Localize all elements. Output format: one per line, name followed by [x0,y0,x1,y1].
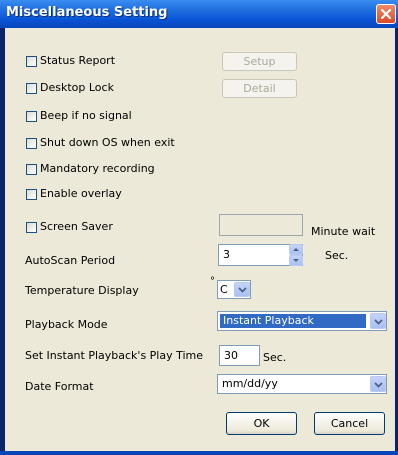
beep-no-signal-label: Beep if no signal [40,109,132,122]
autoscan-period-label: AutoScan Period [25,254,116,267]
chevron-down-icon [374,319,383,325]
chevron-down-icon [238,287,247,293]
close-icon [380,8,392,20]
playback-dropdown-button[interactable] [370,313,386,329]
playback-mode-value: Instant Playback [220,314,366,328]
playback-mode-select[interactable]: Instant Playback [217,311,387,331]
window-bottom-border [0,451,398,455]
enable-overlay-checkbox[interactable] [26,189,37,200]
miscellaneous-setting-dialog: Miscellaneous Setting Status Report Setu… [0,0,398,455]
degree-symbol: ° [210,276,215,287]
arrow-up-icon [293,248,299,251]
screen-saver-label: Screen Saver [40,220,113,233]
minute-wait-label: Minute wait [311,225,376,238]
shutdown-os-label: Shut down OS when exit [40,136,175,149]
instant-playback-time-input[interactable]: 30 [219,345,260,366]
date-format-dropdown-button[interactable] [370,376,386,392]
instant-playback-time-label: Set Instant Playback's Play Time [25,349,204,362]
window-title: Miscellaneous Setting [6,5,168,20]
close-button[interactable] [376,4,396,24]
temperature-dropdown-button[interactable] [234,282,250,297]
screen-saver-checkbox[interactable] [26,222,37,233]
date-format-select[interactable]: mm/dd/yy [217,374,387,394]
beep-no-signal-checkbox[interactable] [26,111,37,122]
screen-saver-minutes-input[interactable] [219,214,303,236]
spin-down-button[interactable] [289,255,303,266]
date-format-value: mm/dd/yy [222,377,278,390]
playback-mode-label: Playback Mode [25,318,108,331]
instant-playback-time-unit: Sec. [263,351,287,364]
arrow-down-icon [293,259,299,262]
status-report-label: Status Report [40,54,116,67]
temperature-unit-value: C [220,283,228,296]
desktop-lock-label: Desktop Lock [40,81,114,94]
enable-overlay-label: Enable overlay [40,187,122,200]
date-format-label: Date Format [25,380,94,393]
shutdown-os-checkbox[interactable] [26,138,37,149]
spin-up-button[interactable] [289,244,303,255]
cancel-button[interactable]: Cancel [314,412,385,435]
title-bar[interactable]: Miscellaneous Setting [0,0,398,28]
dialog-body: Status Report Setup Desktop Lock Detail … [4,28,396,451]
detail-button[interactable]: Detail [222,79,297,98]
setup-button[interactable]: Setup [222,52,297,71]
status-report-checkbox[interactable] [26,56,37,67]
mandatory-recording-checkbox[interactable] [26,164,37,175]
mandatory-recording-label: Mandatory recording [40,162,155,175]
temperature-display-label: Temperature Display [25,284,139,297]
autoscan-unit-label: Sec. [325,249,349,262]
ok-button[interactable]: OK [226,412,297,435]
chevron-down-icon [374,382,383,388]
desktop-lock-checkbox[interactable] [26,83,37,94]
autoscan-spinner[interactable] [289,244,303,266]
